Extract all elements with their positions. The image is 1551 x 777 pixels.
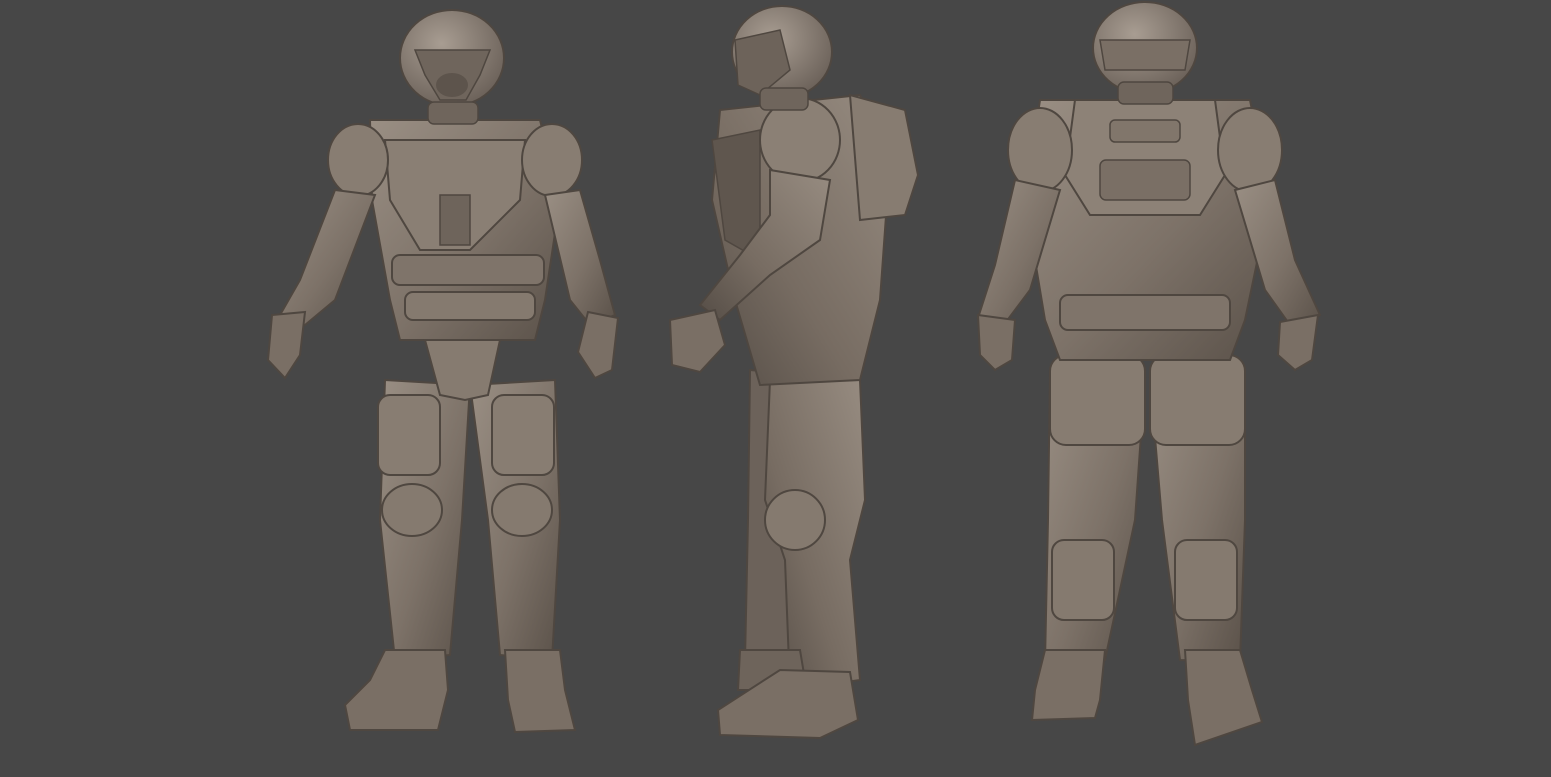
armor-figure-side — [668, 5, 920, 740]
render-viewport — [0, 0, 1551, 777]
armor-figure-back — [976, 1, 1322, 747]
armor-figure-front — [266, 9, 620, 734]
sculpt-render — [266, 1, 1322, 747]
